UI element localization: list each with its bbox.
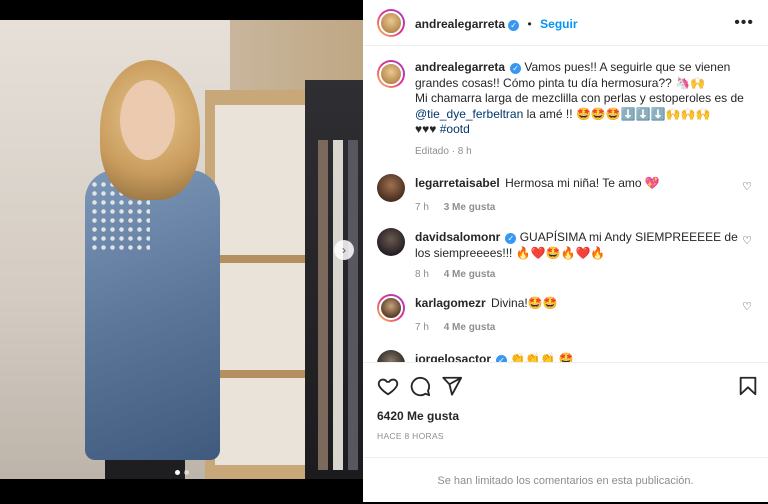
follow-button[interactable]: Seguir <box>540 17 577 31</box>
comment-username[interactable]: karlagomezr <box>415 296 486 310</box>
post-header: andrealegarreta ✓ • Seguir ••• <box>363 0 768 46</box>
next-photo-button[interactable]: › <box>334 240 354 260</box>
verified-badge-icon: ✓ <box>508 20 520 31</box>
instagram-post-modal: › andrealegarreta ✓ • Seguir ••• andreale… <box>0 0 768 502</box>
like-comment-heart-icon[interactable]: ♡ <box>742 234 752 247</box>
caption-text: Mi chamarra larga de mezclilla con perla… <box>415 91 744 105</box>
like-comment-heart-icon[interactable]: ♡ <box>742 300 752 313</box>
carousel-indicator <box>0 462 363 480</box>
edited-label: Editado · 8 h <box>415 145 472 157</box>
comments-limited-notice: Se han limitado los comentarios en esta … <box>363 457 768 504</box>
more-options-icon[interactable]: ••• <box>734 14 754 32</box>
author-avatar[interactable] <box>377 9 405 37</box>
post-side-panel: andrealegarreta ✓ • Seguir ••• andrealega… <box>363 0 768 502</box>
comment-icon[interactable] <box>409 375 431 397</box>
carousel-dot <box>183 470 189 475</box>
comment-time: 7 h <box>415 201 429 213</box>
hashtag-link[interactable]: #ootd <box>440 122 470 136</box>
comment-text: 👏👏👏 🤩 <box>510 352 574 362</box>
author-username[interactable]: andrealegarreta <box>415 17 505 31</box>
post-actions: 6420 Me gusta HACE 8 HORAS Se han limita… <box>363 362 768 503</box>
comment-likes[interactable]: 4 Me gusta <box>444 322 496 333</box>
comment-username[interactable]: legarretaisabel <box>415 176 500 190</box>
like-comment-heart-icon[interactable]: ♡ <box>742 180 752 193</box>
post-photo[interactable] <box>0 20 363 479</box>
author-avatar[interactable] <box>377 60 405 88</box>
commenter-avatar[interactable] <box>377 174 405 202</box>
commenter-avatar[interactable] <box>377 228 405 256</box>
commenter-avatar[interactable] <box>377 350 405 362</box>
comment-text: Divina!🤩🤩 <box>491 296 558 310</box>
comment-username[interactable]: jorgelosactor <box>415 352 491 362</box>
comment-time: 8 h <box>415 269 429 280</box>
carousel-dot <box>174 470 180 475</box>
share-icon[interactable] <box>441 375 463 397</box>
bookmark-icon[interactable] <box>737 375 759 397</box>
verified-badge-icon: ✓ <box>510 63 522 74</box>
verified-badge-icon: ✓ <box>505 233 517 244</box>
caption-username[interactable]: andrealegarreta <box>415 60 505 74</box>
likes-count[interactable]: 6420 Me gusta <box>377 409 459 423</box>
comments-list[interactable]: andrealegarreta ✓ Vamos pues!! A seguirle… <box>363 46 768 362</box>
commenter-avatar[interactable] <box>377 294 405 322</box>
post-media: › <box>0 0 363 502</box>
caption-text: la amé !! 🤩🤩🤩⬇️⬇️⬇️🙌🙌🙌 <box>523 106 711 121</box>
comment-likes[interactable]: 3 Me gusta <box>444 202 496 213</box>
comment-likes[interactable]: 4 Me gusta <box>444 269 496 280</box>
verified-badge-icon: ✓ <box>496 355 508 362</box>
post-timestamp: HACE 8 HORAS <box>377 431 444 441</box>
mention-link[interactable]: @tie_dye_ferbeltran <box>415 107 523 121</box>
comment-time: 7 h <box>415 321 429 333</box>
comment-username[interactable]: davidsalomonr <box>415 230 500 244</box>
caption-text: ♥♥♥ <box>415 122 440 136</box>
comment-text: Hermosa mi niña! Te amo 💖 <box>505 176 660 190</box>
heart-icon[interactable] <box>377 375 399 397</box>
